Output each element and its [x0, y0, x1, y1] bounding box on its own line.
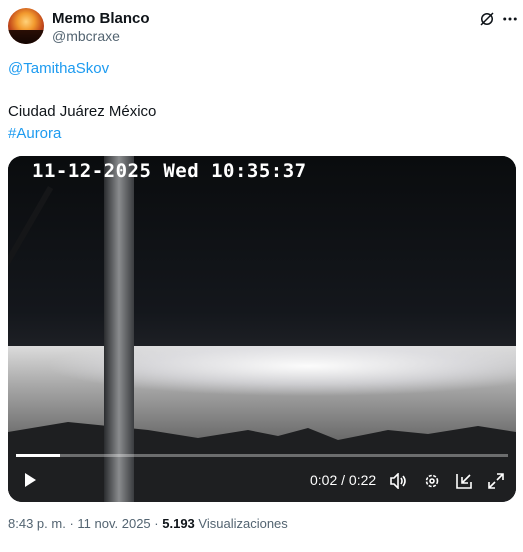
fullscreen-icon[interactable] [488, 473, 504, 489]
video-progress-bar[interactable] [16, 454, 508, 457]
video-time: 0:02 / 0:22 [310, 472, 377, 488]
author-handle[interactable]: @mbcraxe [52, 28, 120, 44]
volume-icon[interactable] [390, 473, 408, 489]
author-name[interactable]: Memo Blanco [52, 10, 150, 27]
video-progress-fill [16, 454, 61, 457]
more-icon[interactable] [501, 10, 519, 28]
tweet-date[interactable]: 11 nov. 2025 [77, 516, 150, 531]
hashtag-link[interactable]: #Aurora [8, 124, 61, 144]
views-label: Visualizaciones [198, 516, 288, 531]
tweet-header: Memo Blanco @mbcraxe [8, 8, 517, 48]
tweet-footer: 8:43 p. m. · 11 nov. 2025 · 5.193 Visual… [8, 516, 288, 531]
pip-icon[interactable] [456, 473, 472, 489]
video-timestamp-overlay: 11-12-2025 Wed 10:35:37 [32, 160, 307, 182]
separator: · [154, 516, 159, 531]
video-controls: 0:02 / 0:22 [8, 458, 516, 502]
pole [104, 156, 134, 502]
mention-link[interactable]: @TamithaSkov [8, 59, 109, 79]
avatar[interactable] [8, 8, 44, 44]
play-icon[interactable] [22, 472, 38, 488]
settings-icon[interactable] [424, 473, 440, 489]
tweet-text: Ciudad Juárez México [8, 103, 157, 120]
tweet-time[interactable]: 8:43 p. m. [8, 516, 66, 531]
views-count: 5.193 [162, 516, 195, 531]
video-player[interactable]: 11-12-2025 Wed 10:35:37 0:02 / 0:22 [8, 156, 516, 502]
grok-icon[interactable] [478, 10, 496, 28]
separator: · [69, 516, 74, 531]
